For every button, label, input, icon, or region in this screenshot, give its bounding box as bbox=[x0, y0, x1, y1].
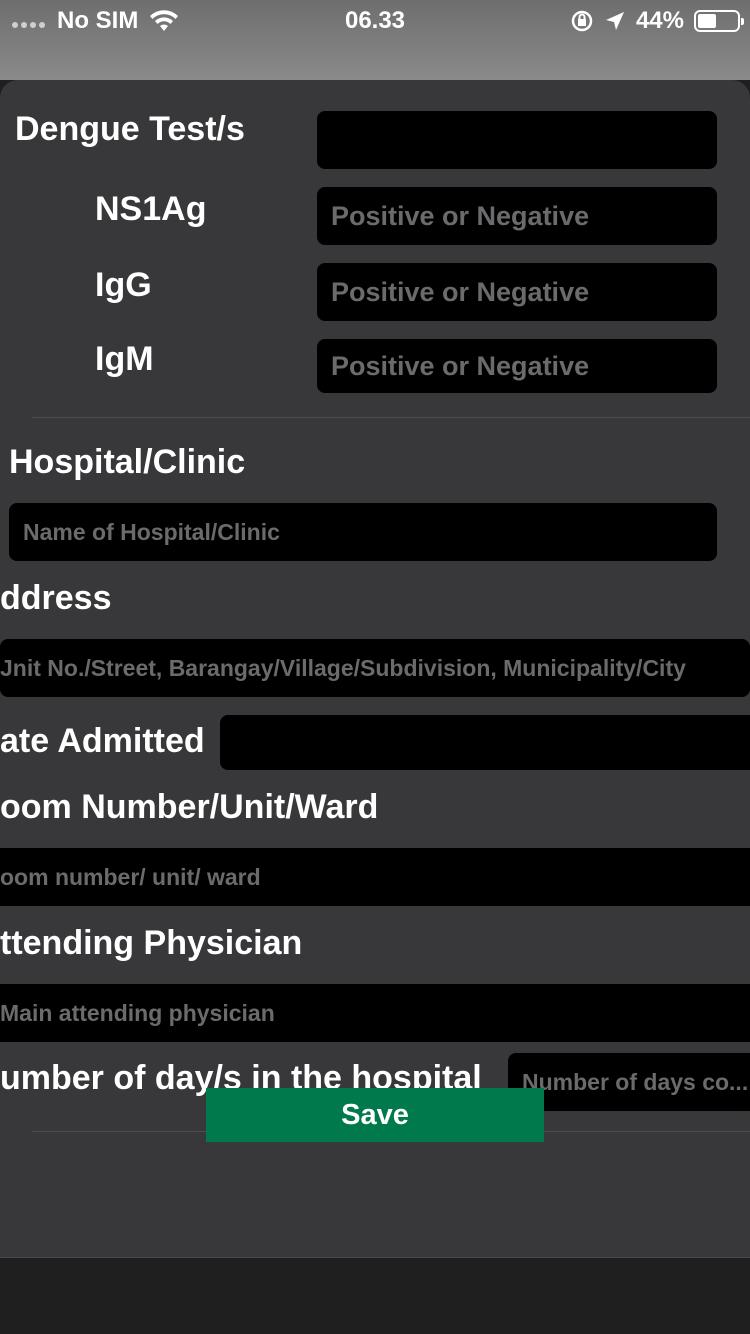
ns1ag-label: NS1Ag bbox=[95, 190, 207, 228]
days-input[interactable]: Number of days co... bbox=[508, 1053, 750, 1111]
dengue-test-label: Dengue Test/s bbox=[15, 110, 245, 148]
status-bar: No SIM 06.33 44% bbox=[0, 0, 750, 80]
bottom-bar bbox=[0, 1257, 750, 1334]
rotation-lock-icon bbox=[571, 10, 593, 32]
section-divider bbox=[32, 417, 750, 418]
hospital-label: Hospital/Clinic bbox=[9, 443, 246, 481]
status-right: 44% bbox=[570, 6, 744, 36]
igm-input[interactable]: Positive or Negative bbox=[317, 339, 717, 393]
room-label: oom Number/Unit/Ward bbox=[0, 788, 379, 826]
save-button[interactable]: Save bbox=[206, 1088, 544, 1142]
hospital-input[interactable]: Name of Hospital/Clinic bbox=[9, 503, 717, 561]
igg-label: IgG bbox=[95, 266, 152, 304]
battery-percent: 44% bbox=[635, 7, 684, 34]
address-label: ddress bbox=[0, 579, 112, 617]
igg-input[interactable]: Positive or Negative bbox=[317, 263, 717, 321]
physician-label: ttending Physician bbox=[0, 924, 303, 962]
date-admitted-label: ate Admitted bbox=[0, 722, 205, 760]
date-admitted-field[interactable] bbox=[220, 715, 750, 770]
dengue-test-field[interactable] bbox=[317, 111, 717, 169]
battery-icon bbox=[694, 10, 744, 32]
physician-input[interactable]: Main attending physician bbox=[0, 984, 750, 1042]
room-input[interactable]: oom number/ unit/ ward bbox=[0, 848, 750, 906]
igm-label: IgM bbox=[95, 340, 154, 378]
address-input[interactable]: Jnit No./Street, Barangay/Village/Subdiv… bbox=[0, 639, 750, 697]
ns1ag-input[interactable]: Positive or Negative bbox=[317, 187, 717, 245]
location-arrow-icon bbox=[605, 12, 624, 30]
